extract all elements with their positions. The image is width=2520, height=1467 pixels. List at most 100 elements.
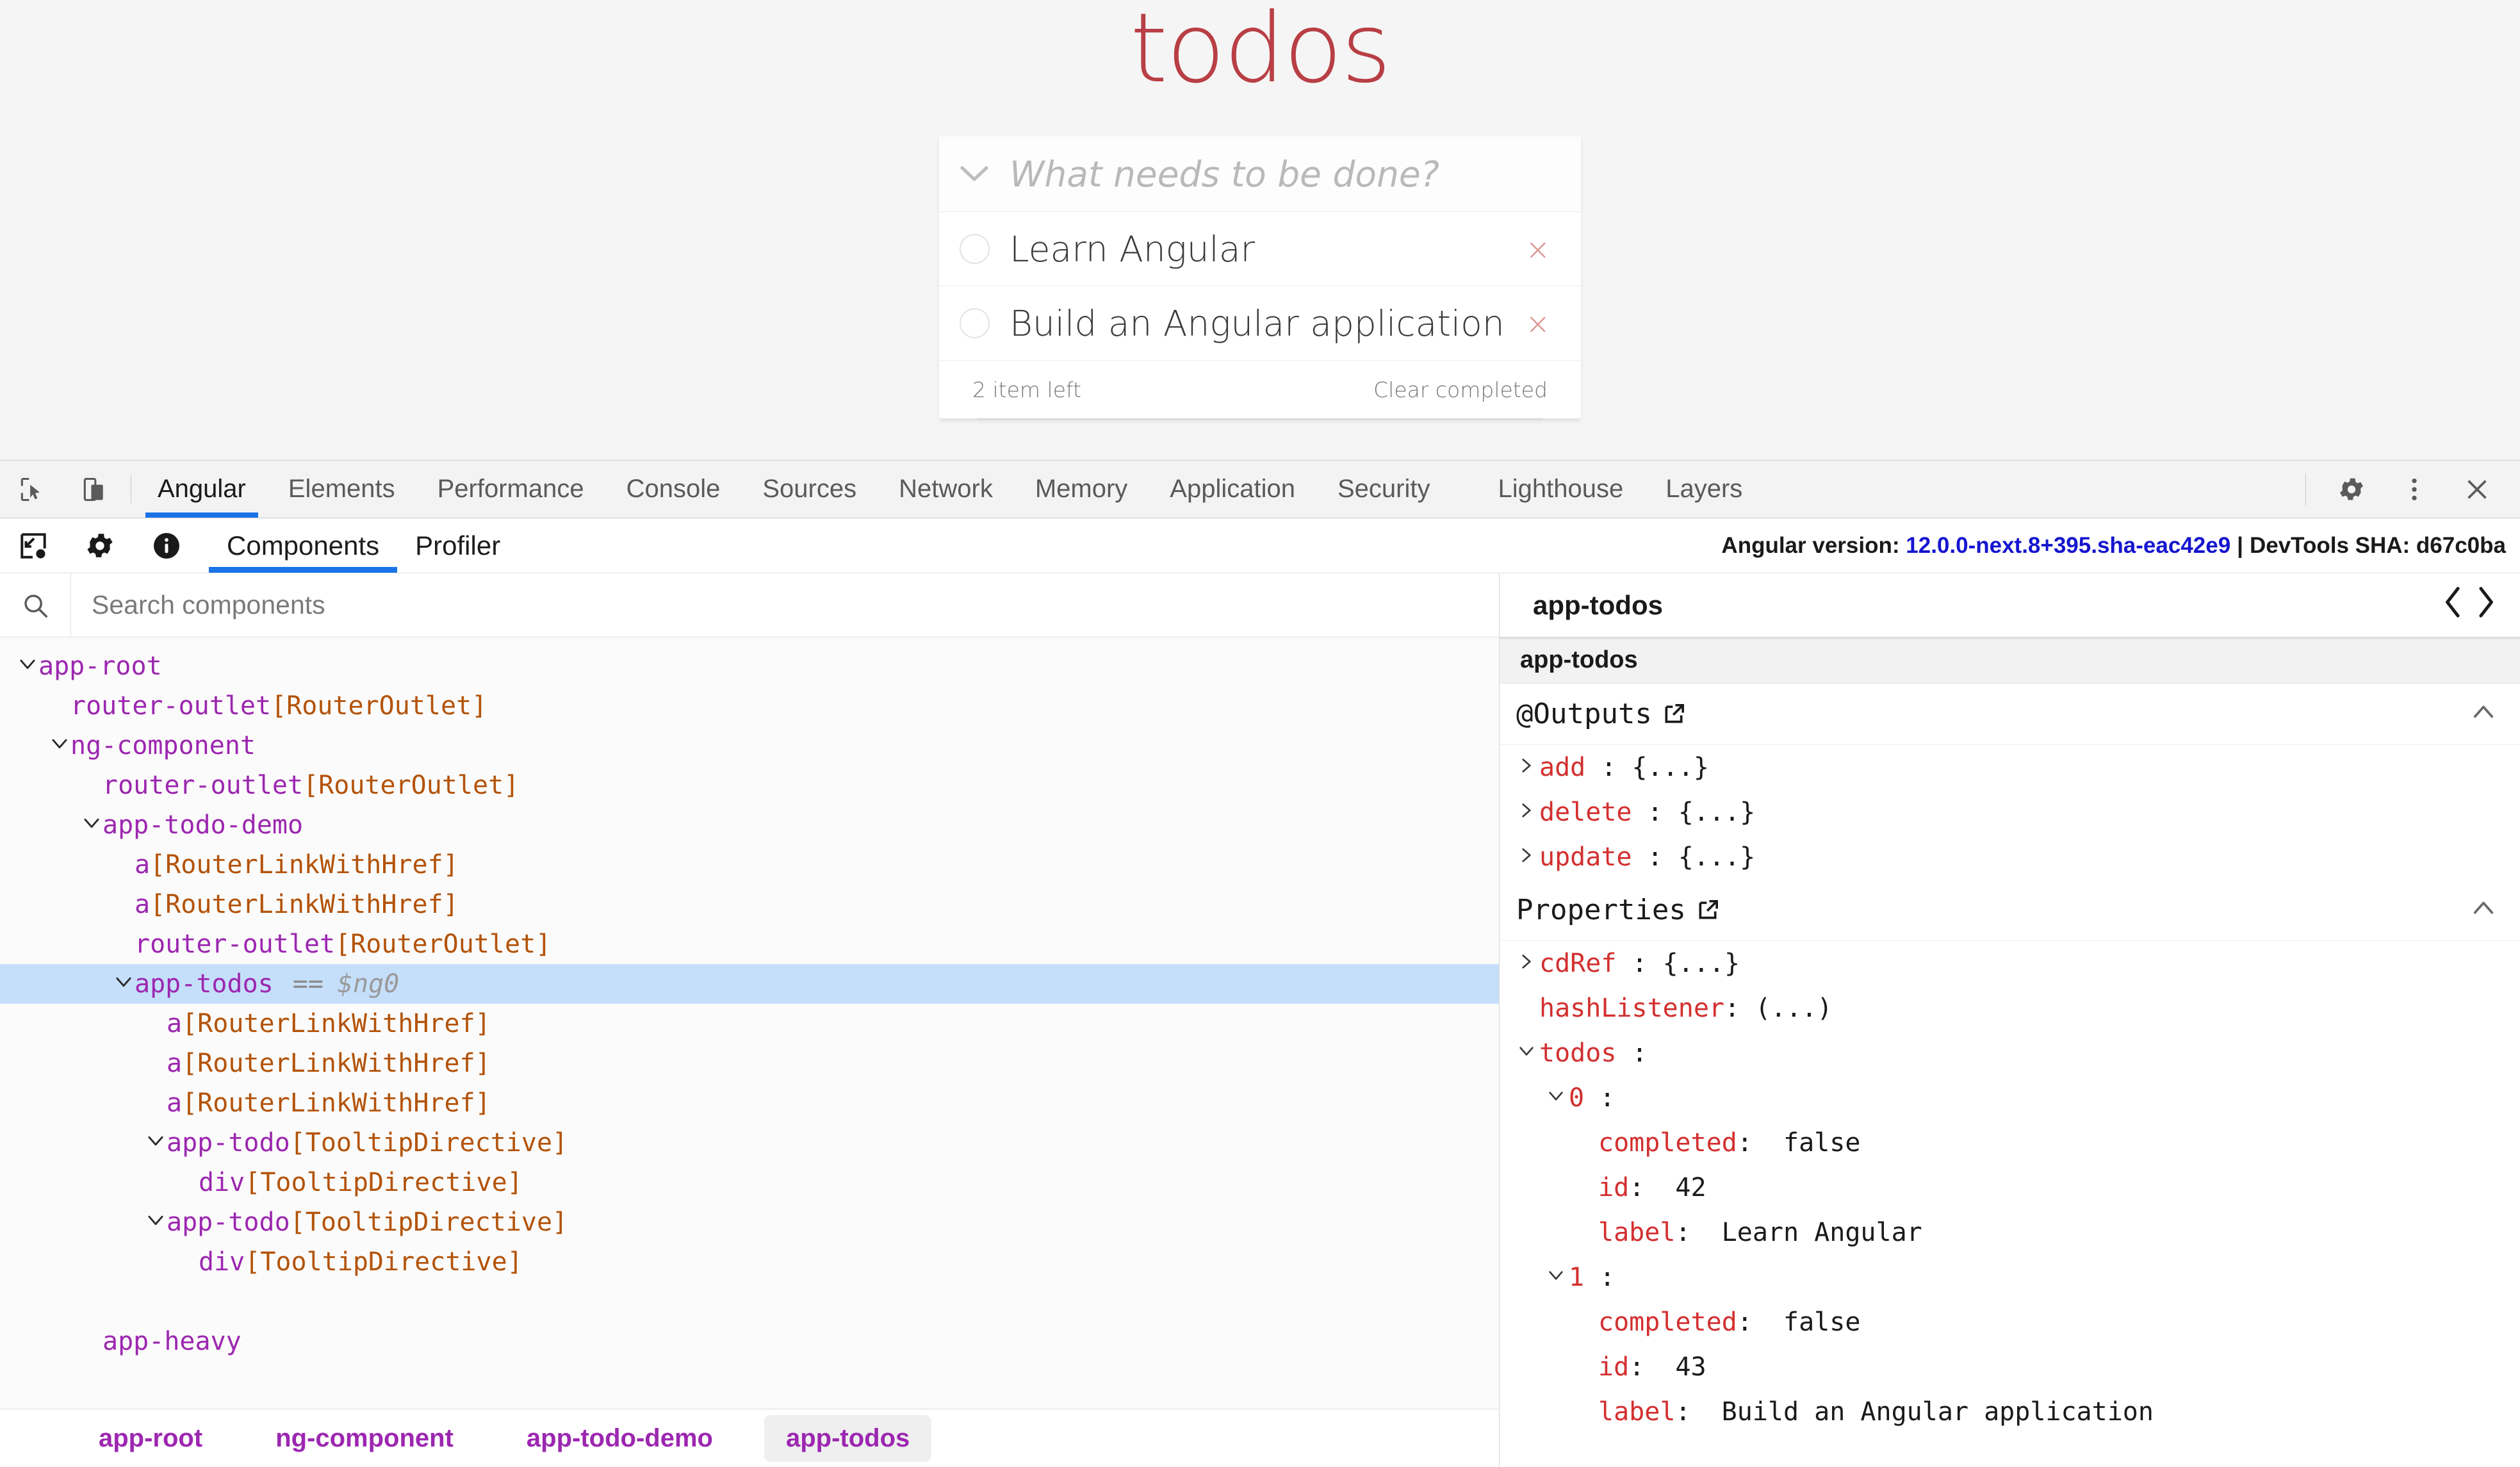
section-header-outputs[interactable]: @Outputs — [1500, 684, 2520, 745]
settings-gear-icon[interactable] — [67, 518, 133, 573]
property-row[interactable]: update : {...} — [1500, 835, 2520, 880]
tree-node-router-outlet[interactable]: ˅router-outlet[RouterOutlet] — [0, 766, 1499, 805]
tree-node-a[interactable]: ˅a[RouterLinkWithHref] — [0, 1004, 1499, 1044]
tree-node-ng-component[interactable]: ng-component — [0, 726, 1499, 766]
tree-node-div[interactable]: ˅div[TooltipDirective] — [0, 1163, 1499, 1202]
nav-next-icon[interactable] — [2473, 586, 2498, 625]
tree-node-a[interactable]: ˅a[RouterLinkWithHref] — [0, 1044, 1499, 1083]
tab-network[interactable]: Network — [878, 461, 1014, 518]
breadcrumb-item-app-root[interactable]: app-root — [77, 1415, 224, 1462]
properties-content[interactable]: @Outputs add : {...} delete : {...} update … — [1500, 684, 2520, 1467]
tree-node-app-zippy[interactable]: ˅ — [0, 1282, 1499, 1322]
property-row[interactable]: todos : — [1500, 1031, 2520, 1076]
property-key: label — [1598, 1397, 1676, 1427]
close-icon[interactable] — [2446, 475, 2508, 504]
tab-elements[interactable]: Elements — [267, 461, 416, 518]
tree-caret-icon[interactable] — [49, 735, 70, 756]
tab-console[interactable]: Console — [605, 461, 742, 518]
tree-node-app-todo[interactable]: app-todo [TooltipDirective] — [0, 1202, 1499, 1242]
clear-completed-button[interactable]: Clear completed — [1373, 377, 1548, 402]
property-caret-icon[interactable] — [1514, 803, 1539, 822]
section-header-properties[interactable]: Properties — [1500, 880, 2520, 941]
property-row[interactable]: delete : {...} — [1500, 790, 2520, 835]
settings-gear-icon[interactable] — [2320, 475, 2383, 504]
property-row[interactable]: 0 : — [1500, 1076, 2520, 1120]
todo-toggle-checkbox[interactable] — [939, 234, 1010, 264]
device-toolbar-icon[interactable] — [63, 461, 126, 518]
subtab-profiler[interactable]: Profiler — [397, 518, 518, 573]
tab-memory[interactable]: Memory — [1014, 461, 1149, 518]
info-icon[interactable] — [133, 518, 200, 573]
new-todo-row: What needs to be done? — [939, 136, 1581, 212]
property-caret-icon[interactable] — [1543, 1088, 1569, 1108]
chevron-up-icon[interactable] — [2473, 897, 2494, 923]
property-row[interactable]: ˅completed: false — [1500, 1300, 2520, 1345]
property-caret-icon[interactable] — [1514, 954, 1539, 973]
tree-node-label: router-outlet — [70, 691, 272, 721]
tree-node-router-outlet[interactable]: ˅router-outlet[RouterOutlet] — [0, 686, 1499, 726]
component-tree[interactable]: app-root˅router-outlet[RouterOutlet]ng-c… — [0, 637, 1499, 1409]
tree-node-router-outlet[interactable]: ˅router-outlet[RouterOutlet] — [0, 924, 1499, 964]
tree-caret-icon[interactable] — [145, 1212, 167, 1233]
todo-destroy-button[interactable]: × — [1525, 234, 1550, 264]
chevron-down-icon[interactable] — [939, 160, 1010, 188]
chevron-up-icon[interactable] — [2473, 701, 2494, 727]
tab-layers[interactable]: Layers — [1644, 461, 1763, 518]
external-link-icon[interactable] — [1661, 701, 1687, 727]
tree-node-a[interactable]: ˅a[RouterLinkWithHref] — [0, 845, 1499, 885]
tab-performance[interactable]: Performance — [416, 461, 605, 518]
angular-subtab-list: Components Profiler — [209, 518, 518, 573]
todo-list-item[interactable]: Build an Angular application × — [939, 286, 1581, 361]
new-todo-input[interactable]: What needs to be done? — [1010, 154, 1439, 195]
property-caret-icon[interactable] — [1514, 848, 1539, 867]
property-row[interactable]: cdRef : {...} — [1500, 941, 2520, 986]
property-key: completed — [1598, 1128, 1737, 1158]
property-row[interactable]: ˅completed: false — [1500, 1120, 2520, 1165]
property-row[interactable]: add : {...} — [1500, 745, 2520, 790]
tree-node-app-todo-demo[interactable]: app-todo-demo — [0, 805, 1499, 845]
property-caret-icon[interactable] — [1514, 758, 1539, 777]
breadcrumb-item-app-todos[interactable]: app-todos — [764, 1415, 932, 1462]
search-input[interactable] — [71, 590, 1499, 620]
tree-node-a[interactable]: ˅a[RouterLinkWithHref] — [0, 1083, 1499, 1123]
tree-caret-icon[interactable] — [81, 815, 102, 835]
property-row[interactable]: 1 : — [1500, 1255, 2520, 1300]
external-link-icon[interactable] — [1695, 897, 1721, 923]
devtools-window: Angular Elements Performance Console Sou… — [0, 460, 2520, 1467]
todo-toggle-checkbox[interactable] — [939, 308, 1010, 338]
select-component-icon[interactable] — [0, 518, 67, 573]
tree-node-app-todos[interactable]: app-todos == $ng0 — [0, 964, 1499, 1004]
tree-node-a[interactable]: ˅a[RouterLinkWithHref] — [0, 885, 1499, 924]
tree-caret-icon[interactable] — [145, 1133, 167, 1153]
tab-lighthouse[interactable]: Lighthouse — [1477, 461, 1644, 518]
todo-list-item[interactable]: Learn Angular × — [939, 212, 1581, 286]
property-caret-icon[interactable] — [1514, 1044, 1539, 1063]
angular-panel-header: Components Profiler Angular version: 12.… — [0, 518, 2520, 573]
tree-caret-icon[interactable] — [113, 974, 135, 994]
tab-angular[interactable]: Angular — [136, 461, 267, 518]
tab-application[interactable]: Application — [1149, 461, 1316, 518]
inspect-element-icon[interactable] — [0, 461, 63, 518]
property-caret-icon[interactable] — [1543, 1268, 1569, 1287]
tree-node-app-todo[interactable]: app-todo [TooltipDirective] — [0, 1123, 1499, 1163]
subtab-components[interactable]: Components — [209, 518, 398, 573]
angular-version-link[interactable]: 12.0.0-next.8+395.sha-eac42e9 — [1906, 533, 2230, 559]
property-row[interactable]: ˅id: 43 — [1500, 1345, 2520, 1389]
tab-security[interactable]: Security — [1316, 461, 1452, 518]
tree-caret-icon[interactable] — [17, 656, 38, 676]
todo-destroy-button[interactable]: × — [1525, 309, 1550, 338]
property-row[interactable]: ˅label: Build an Angular application — [1500, 1389, 2520, 1434]
tab-sources[interactable]: Sources — [741, 461, 878, 518]
tree-node-app-root[interactable]: app-root — [0, 646, 1499, 686]
property-key: completed — [1598, 1307, 1737, 1337]
property-key: add — [1539, 753, 1586, 782]
more-options-icon[interactable] — [2383, 475, 2446, 504]
tree-node-div[interactable]: ˅div[TooltipDirective] — [0, 1242, 1499, 1282]
breadcrumb-item-ng-component[interactable]: ng-component — [254, 1415, 475, 1462]
nav-prev-icon[interactable] — [2441, 586, 2466, 625]
tree-node-app-heavy[interactable]: ˅app-heavy — [0, 1322, 1499, 1361]
breadcrumb-item-app-todo-demo[interactable]: app-todo-demo — [505, 1415, 735, 1462]
property-row[interactable]: ˅id: 42 — [1500, 1165, 2520, 1210]
property-row[interactable]: ˅hashListener: (...) — [1500, 986, 2520, 1031]
property-row[interactable]: ˅label: Learn Angular — [1500, 1210, 2520, 1255]
